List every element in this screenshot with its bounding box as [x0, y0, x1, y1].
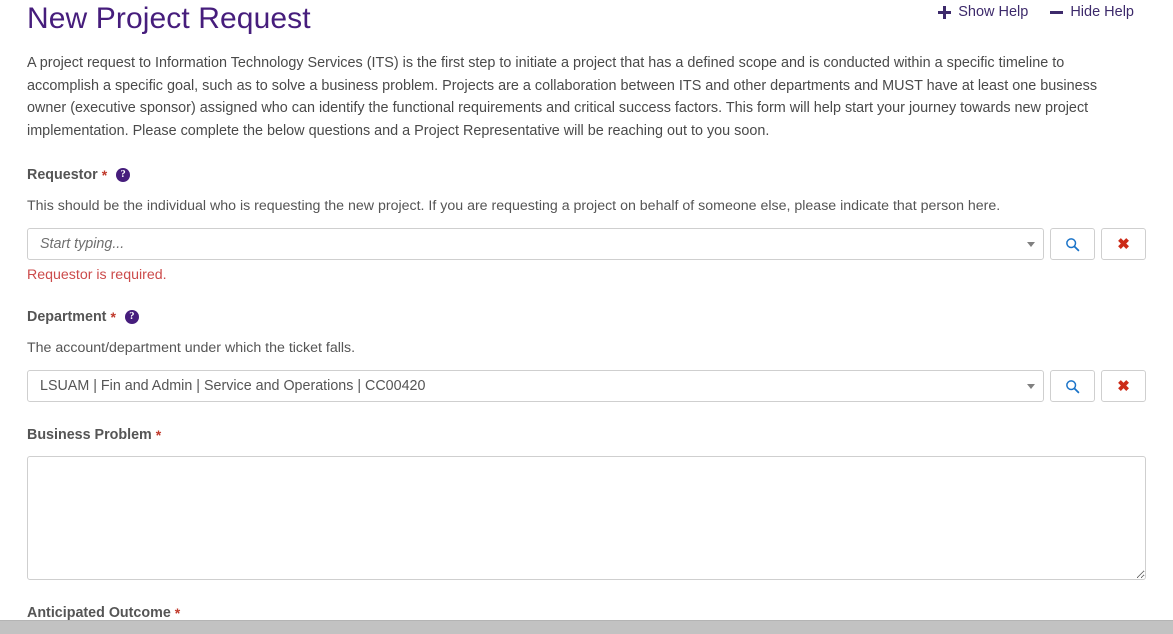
- show-help-label: Show Help: [958, 4, 1029, 20]
- business-problem-textarea[interactable]: [27, 456, 1146, 580]
- hide-help-label: Hide Help: [1070, 4, 1134, 20]
- requestor-search-button[interactable]: [1050, 228, 1095, 260]
- close-icon: ✖: [1117, 235, 1130, 253]
- anticipated-outcome-label-row: Anticipated Outcome *: [27, 604, 1146, 620]
- hide-help-link[interactable]: Hide Help: [1050, 4, 1134, 20]
- requestor-hint: This should be the individual who is req…: [27, 198, 1001, 214]
- business-problem-required-star: *: [155, 427, 162, 443]
- help-toggle-group: Show Help Hide Help: [938, 4, 1134, 20]
- requestor-label-row: Requestor * ?: [27, 166, 1146, 184]
- search-icon: [1066, 379, 1080, 393]
- requestor-error-message: Requestor is required.: [27, 267, 167, 283]
- horizontal-scrollbar[interactable]: [0, 620, 1173, 634]
- question-circle-icon[interactable]: ?: [116, 168, 131, 182]
- show-help-link[interactable]: Show Help: [938, 4, 1028, 20]
- project-request-form-page: New Project Request Show Help Hide Help …: [0, 0, 1173, 620]
- business-problem-label-row: Business Problem *: [27, 426, 1146, 444]
- anticipated-outcome-required-star: *: [174, 605, 181, 620]
- field-department: Department * ? The account/department un…: [27, 308, 1146, 402]
- plus-icon: [938, 5, 952, 19]
- chevron-down-icon[interactable]: [1027, 242, 1035, 247]
- department-combobox[interactable]: [27, 370, 1044, 402]
- business-problem-textarea-wrap: [27, 456, 1146, 580]
- field-business-problem: Business Problem *: [27, 426, 1146, 580]
- close-icon: ✖: [1117, 377, 1130, 395]
- requestor-clear-button[interactable]: ✖: [1101, 228, 1146, 260]
- field-anticipated-outcome: Anticipated Outcome *: [27, 604, 1146, 620]
- page-title: New Project Request: [27, 2, 311, 35]
- question-circle-icon[interactable]: ?: [124, 310, 139, 324]
- requestor-required-star: *: [101, 167, 108, 183]
- requestor-input-row: ✖: [27, 228, 1146, 260]
- department-hint: The account/department under which the t…: [27, 340, 356, 356]
- page-header: New Project Request Show Help Hide Help: [27, 0, 1146, 52]
- business-problem-label: Business Problem: [27, 427, 152, 443]
- department-label-row: Department * ?: [27, 308, 1146, 326]
- department-label: Department: [27, 309, 107, 325]
- department-clear-button[interactable]: ✖: [1101, 370, 1146, 402]
- department-required-star: *: [110, 309, 116, 325]
- department-input-row: ✖: [27, 370, 1146, 402]
- search-icon: [1066, 237, 1080, 251]
- chevron-down-icon[interactable]: [1027, 384, 1035, 389]
- requestor-label: Requestor: [27, 167, 98, 183]
- department-input[interactable]: [28, 371, 1043, 401]
- minus-icon: [1050, 6, 1064, 19]
- requestor-combobox[interactable]: [27, 228, 1044, 260]
- form-intro-paragraph: A project request to Information Technol…: [27, 55, 1098, 139]
- requestor-input[interactable]: [28, 229, 1043, 259]
- field-requestor: Requestor * ? This should be the individ…: [27, 166, 1146, 284]
- department-search-button[interactable]: [1050, 370, 1095, 402]
- anticipated-outcome-label: Anticipated Outcome: [27, 605, 171, 620]
